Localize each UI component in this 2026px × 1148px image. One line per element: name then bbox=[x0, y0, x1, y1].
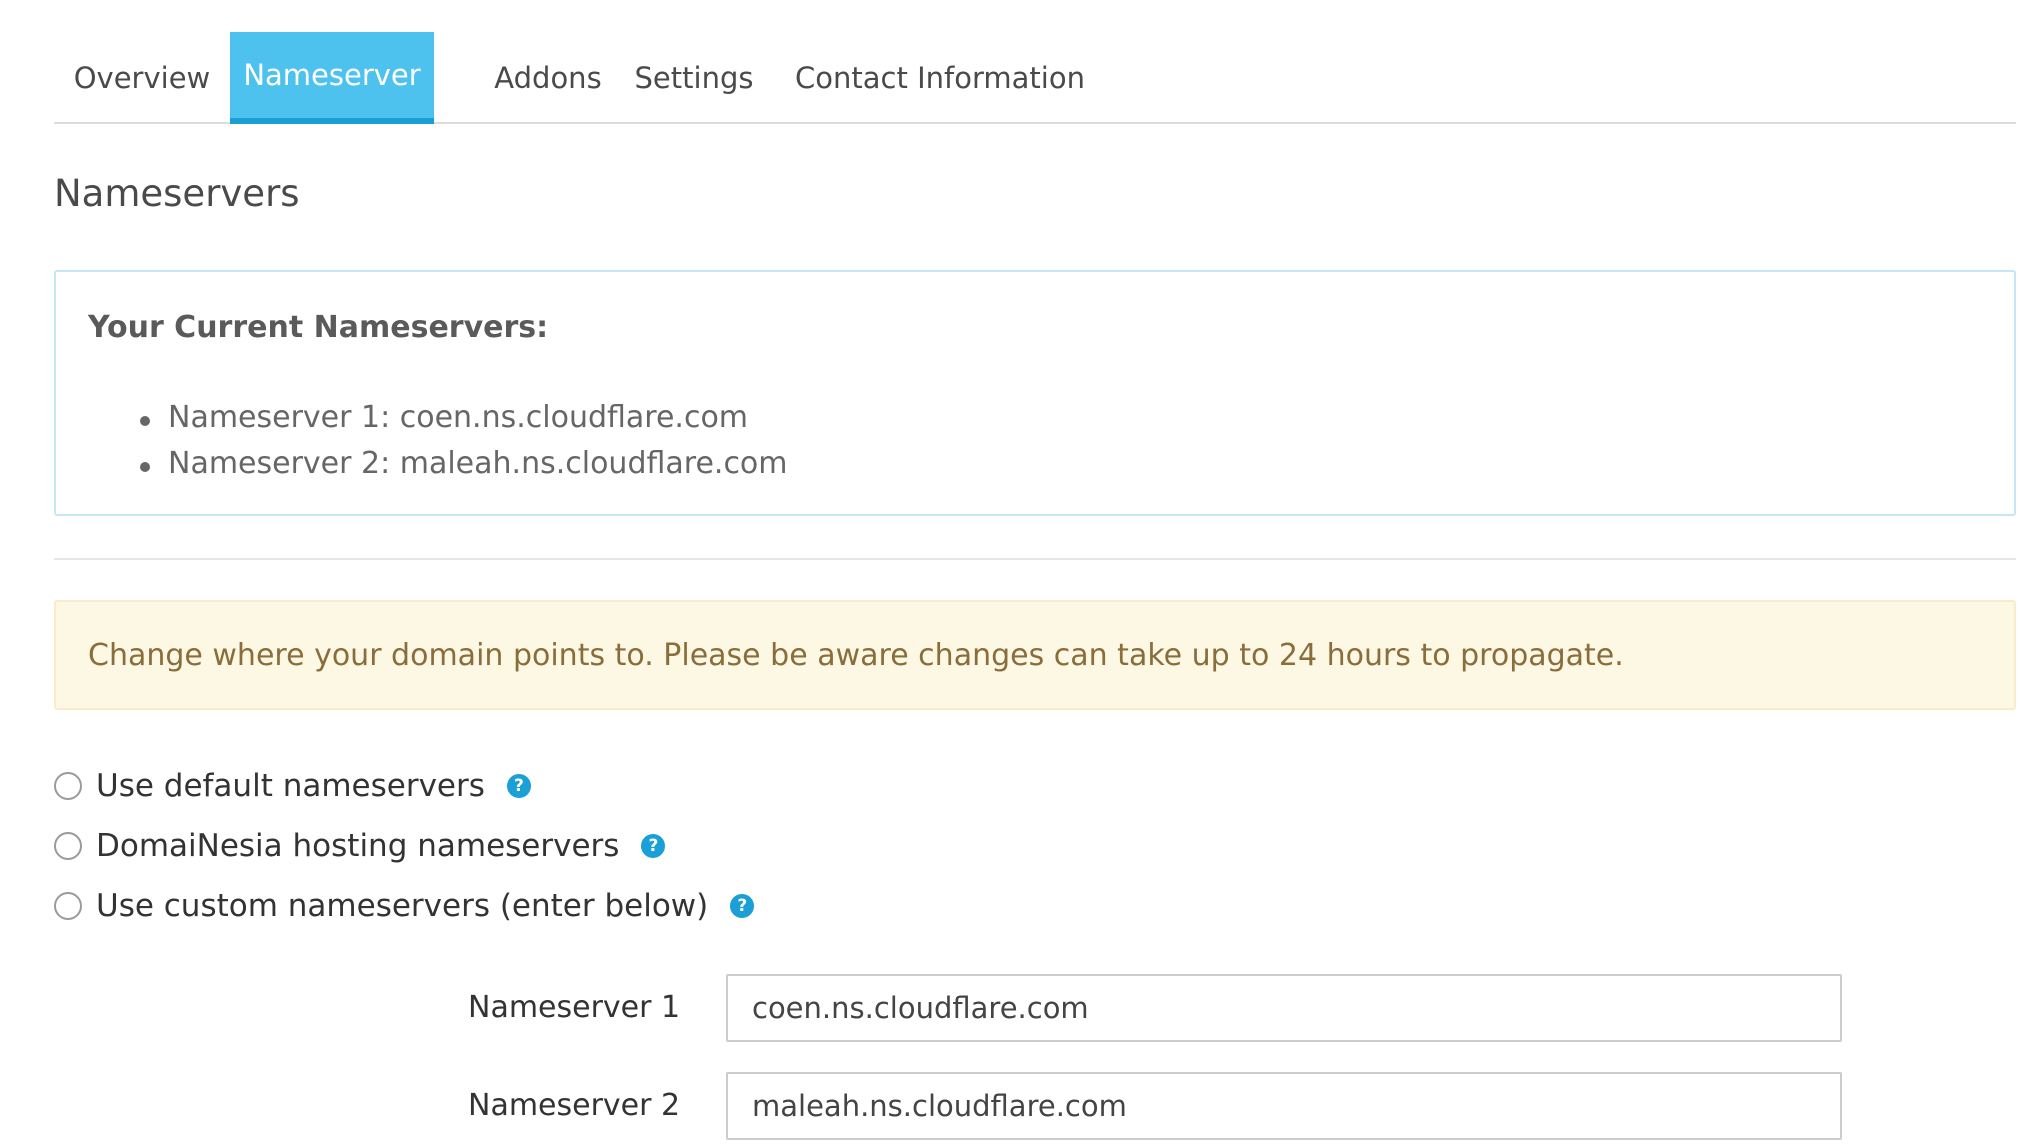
question-circle-icon[interactable]: ? bbox=[641, 834, 666, 858]
tab-contact-information[interactable]: Contact Information bbox=[788, 32, 1092, 124]
section-divider bbox=[54, 558, 2016, 560]
question-circle-icon[interactable]: ? bbox=[506, 774, 531, 798]
radio-label[interactable]: Use custom nameservers (enter below) bbox=[96, 888, 708, 924]
nameserver-2-label: Nameserver 2 bbox=[468, 1088, 681, 1123]
tab-settings[interactable]: Settings bbox=[606, 32, 782, 124]
radio-label[interactable]: DomaiNesia hosting nameservers bbox=[96, 828, 619, 864]
nameserver-1-label: Nameserver 1 bbox=[468, 990, 681, 1025]
radio-default-nameservers[interactable] bbox=[54, 772, 82, 800]
current-nameserver-2: Nameserver 2: maleah.ns.cloudflare.com bbox=[168, 446, 788, 481]
propagation-warning-alert: Change where your domain points to. Plea… bbox=[54, 600, 2016, 710]
radio-hosting-nameservers[interactable] bbox=[54, 832, 82, 860]
radio-label[interactable]: Use default nameservers bbox=[96, 768, 485, 804]
tab-bar: Overview Nameserver Addons Settings Cont… bbox=[54, 32, 2016, 124]
current-nameservers-panel: Your Current Nameservers: Nameserver 1: … bbox=[54, 270, 2016, 516]
bullet-icon bbox=[140, 462, 150, 472]
page: Overview Nameserver Addons Settings Cont… bbox=[0, 0, 2026, 1148]
alert-text: Change where your domain points to. Plea… bbox=[88, 637, 1624, 673]
current-nameservers-list: Nameserver 1: coen.ns.cloudflare.com Nam… bbox=[88, 400, 788, 492]
option-default-nameservers[interactable]: Use default nameservers ? bbox=[54, 764, 531, 808]
current-nameserver-1: Nameserver 1: coen.ns.cloudflare.com bbox=[168, 400, 749, 435]
list-item: Nameserver 1: coen.ns.cloudflare.com bbox=[88, 400, 788, 446]
page-title: Nameservers bbox=[54, 172, 300, 215]
tab-nameserver[interactable]: Nameserver bbox=[230, 32, 434, 124]
list-item: Nameserver 2: maleah.ns.cloudflare.com bbox=[88, 446, 788, 492]
nameserver-1-input[interactable] bbox=[726, 974, 1842, 1042]
option-custom-nameservers[interactable]: Use custom nameservers (enter below) ? bbox=[54, 884, 755, 928]
option-hosting-nameservers[interactable]: DomaiNesia hosting nameservers ? bbox=[54, 824, 666, 868]
radio-custom-nameservers[interactable] bbox=[54, 892, 82, 920]
question-circle-icon[interactable]: ? bbox=[730, 894, 755, 918]
current-nameservers-title: Your Current Nameservers: bbox=[88, 310, 549, 345]
nameserver-2-input[interactable] bbox=[726, 1072, 1842, 1140]
bullet-icon bbox=[140, 416, 150, 426]
tab-overview[interactable]: Overview bbox=[54, 32, 230, 124]
